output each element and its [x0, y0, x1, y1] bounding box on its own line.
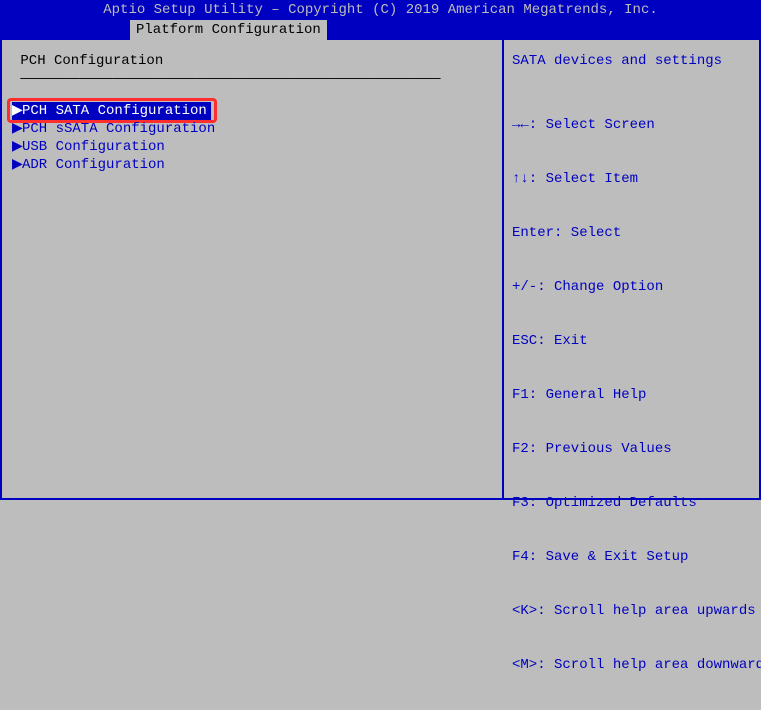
- right-pane: SATA devices and settings ——————————————…: [504, 40, 759, 498]
- key-f4: F4: Save & Exit Setup: [512, 548, 751, 566]
- key-f2: F2: Previous Values: [512, 440, 751, 458]
- submenu-arrow-icon: ▶: [12, 156, 22, 174]
- key-f3: F3: Optimized Defaults: [512, 494, 751, 512]
- tab-label: Platform Configuration: [136, 22, 321, 38]
- menu-item-label: PCH sSATA Configuration: [22, 120, 215, 138]
- key-f1: F1: General Help: [512, 386, 751, 404]
- main-area: PCH Configuration ——————————————————————…: [0, 40, 761, 500]
- menu-item-label: PCH SATA Configuration: [22, 102, 207, 120]
- submenu-arrow-icon: ▶: [12, 102, 22, 120]
- key-scroll-down: <M>: Scroll help area downwards: [512, 656, 751, 674]
- section-divider: ————————————————————————————————————————…: [12, 70, 492, 88]
- title-text: Aptio Setup Utility – Copyright (C) 2019…: [103, 2, 658, 18]
- submenu-arrow-icon: ▶: [12, 138, 22, 156]
- key-legend: →←: Select Screen ↑↓: Select Item Enter:…: [512, 80, 751, 710]
- help-text: SATA devices and settings: [512, 52, 751, 70]
- menu-item-label: USB Configuration: [22, 138, 165, 156]
- key-select-screen: →←: Select Screen: [512, 116, 751, 134]
- key-enter: Enter: Select: [512, 224, 751, 242]
- key-scroll-up: <K>: Scroll help area upwards: [512, 602, 751, 620]
- submenu-arrow-icon: ▶: [12, 120, 22, 138]
- tab-platform-configuration[interactable]: Platform Configuration: [130, 20, 327, 40]
- section-heading: PCH Configuration: [12, 52, 492, 70]
- menu-item-adr[interactable]: ▶ ADR Configuration: [12, 156, 492, 174]
- menu-item-pch-ssata[interactable]: ▶ PCH sSATA Configuration: [12, 120, 492, 138]
- tab-row: Platform Configuration: [0, 20, 761, 40]
- menu-item-pch-sata[interactable]: ▶ PCH SATA Configuration: [12, 102, 211, 120]
- title-bar: Aptio Setup Utility – Copyright (C) 2019…: [0, 0, 761, 20]
- key-select-item: ↑↓: Select Item: [512, 170, 751, 188]
- left-pane: PCH Configuration ——————————————————————…: [2, 40, 504, 498]
- menu-item-usb[interactable]: ▶ USB Configuration: [12, 138, 492, 156]
- menu-item-label: ADR Configuration: [22, 156, 165, 174]
- key-esc: ESC: Exit: [512, 332, 751, 350]
- key-change-option: +/-: Change Option: [512, 278, 751, 296]
